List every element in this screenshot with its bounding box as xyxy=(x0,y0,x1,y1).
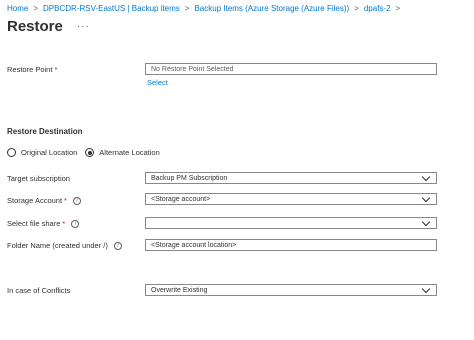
file-share-dropdown[interactable] xyxy=(145,217,437,229)
file-share-label-text: Select file share xyxy=(7,219,61,228)
restore-point-value: No Restore Point Selected xyxy=(151,65,234,73)
breadcrumb-vault[interactable]: DPBCDR-RSV-EastUS | Backup items xyxy=(43,4,180,13)
folder-name-label: Folder Name (created under /) i xyxy=(7,241,122,250)
info-icon[interactable]: i xyxy=(113,241,122,250)
chevron-down-icon xyxy=(421,217,431,226)
breadcrumb-separator: > xyxy=(33,4,39,13)
restore-point-field: No Restore Point Selected xyxy=(145,63,437,75)
destination-radio-group: Original Location Alternate Location xyxy=(7,148,168,157)
title-row: Restore ··· xyxy=(7,18,90,35)
storage-account-value: <Storage account> xyxy=(151,195,211,203)
info-icon[interactable]: i xyxy=(72,196,81,205)
restore-destination-title: Restore Destination xyxy=(7,127,83,136)
radio-button-checked-icon xyxy=(85,148,95,157)
target-subscription-label: Target subscription xyxy=(7,174,70,183)
target-subscription-label-text: Target subscription xyxy=(7,174,70,183)
breadcrumb-home[interactable]: Home xyxy=(7,4,28,13)
select-restore-point-link[interactable]: Select xyxy=(147,78,168,87)
breadcrumb: Home > DPBCDR-RSV-EastUS | Backup items … xyxy=(7,4,405,13)
restore-point-label: Restore Point * xyxy=(7,65,57,74)
restore-point-label-text: Restore Point xyxy=(7,65,53,74)
breadcrumb-separator: > xyxy=(354,4,359,13)
chevron-down-icon xyxy=(421,172,431,181)
storage-account-label-text: Storage Account xyxy=(7,196,63,205)
storage-account-label: Storage Account * i xyxy=(7,196,81,205)
page-title: Restore xyxy=(7,18,63,35)
chevron-down-icon xyxy=(421,193,431,202)
info-icon[interactable]: i xyxy=(71,219,80,228)
folder-name-input[interactable]: <Storage account location> xyxy=(145,239,437,251)
breadcrumb-separator: > xyxy=(184,4,190,13)
radio-label: Alternate Location xyxy=(99,148,160,157)
required-marker: * xyxy=(62,219,66,228)
file-share-label: Select file share * i xyxy=(7,219,80,228)
breadcrumb-separator: > xyxy=(395,4,401,13)
target-subscription-dropdown[interactable]: Backup PM Subscription xyxy=(145,172,437,184)
conflicts-label: In case of Conflicts xyxy=(7,286,70,295)
conflicts-value: Overwrite Existing xyxy=(151,286,208,294)
target-subscription-value: Backup PM Subscription xyxy=(151,174,228,182)
restore-page: Home > DPBCDR-RSV-EastUS | Backup items … xyxy=(0,0,474,340)
required-marker: * xyxy=(64,196,67,205)
radio-alternate-location[interactable]: Alternate Location xyxy=(85,148,160,157)
more-options-button[interactable]: ··· xyxy=(77,21,90,32)
folder-name-value: <Storage account location> xyxy=(151,241,237,249)
conflicts-dropdown[interactable]: Overwrite Existing xyxy=(145,284,437,296)
breadcrumb-item[interactable]: dpafs-2 xyxy=(364,4,391,13)
chevron-down-icon xyxy=(421,284,431,293)
radio-button-icon xyxy=(7,148,16,157)
conflicts-label-text: In case of Conflicts xyxy=(7,286,71,295)
radio-original-location[interactable]: Original Location xyxy=(7,148,77,157)
storage-account-dropdown[interactable]: <Storage account> xyxy=(145,193,437,205)
folder-name-label-text: Folder Name (created under /) xyxy=(7,241,108,250)
required-marker: * xyxy=(54,65,58,74)
radio-label: Original Location xyxy=(21,148,78,157)
breadcrumb-backup-items[interactable]: Backup Items (Azure Storage (Azure Files… xyxy=(194,4,349,13)
